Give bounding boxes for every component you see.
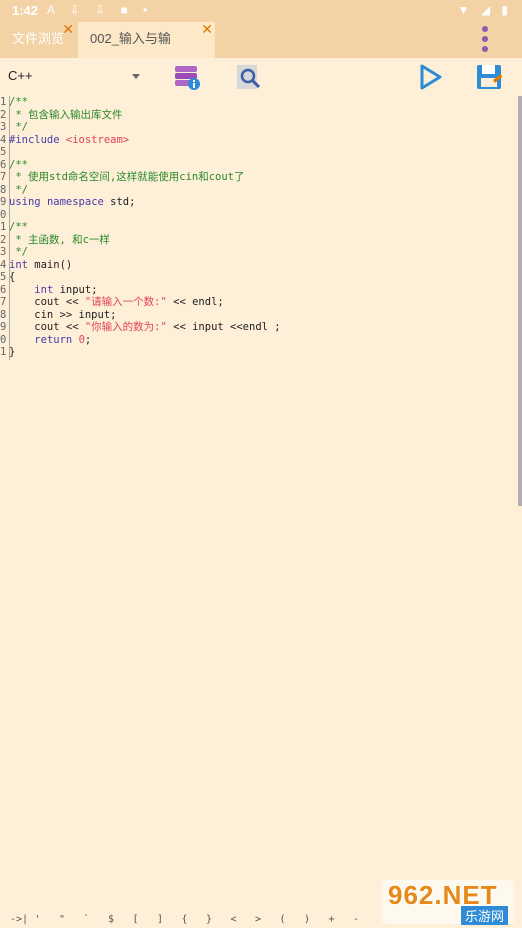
line-number: 1 [0, 346, 7, 358]
line-number: 8 [0, 183, 7, 196]
symbol-key[interactable]: } [206, 914, 212, 925]
code-line[interactable]: 5{ [0, 271, 281, 284]
symbol-key[interactable]: " [59, 914, 65, 925]
notification-icons: A ⇩ ⇩ ■ • [47, 3, 154, 17]
database-info-icon[interactable] [172, 62, 202, 92]
line-number: 2 [0, 233, 7, 246]
code-text: * 使用std命名空间,这样就能使用cin和cout了 [9, 171, 245, 183]
line-number: 6 [0, 283, 7, 296]
code-text: cout << "你输入的数为:" << input <<endl ; [9, 321, 281, 333]
symbol-key[interactable]: ) [304, 914, 310, 925]
code-text: return 0; [34, 333, 92, 346]
symbol-key[interactable]: ( [280, 914, 286, 925]
line-number: 4 [0, 133, 7, 146]
code-text: * 主函数, 和c一样 [9, 233, 110, 246]
system-icons: ▼ ◢ ▮ [457, 3, 512, 17]
symbol-key[interactable]: + [329, 914, 335, 925]
code-text: cin >> input; [9, 308, 117, 321]
symbol-key[interactable]: $ [108, 914, 114, 925]
line-number: 6 [0, 158, 7, 171]
code-text: */ [9, 246, 28, 258]
code-line[interactable]: 8 */ [0, 184, 281, 197]
symbol-key[interactable]: - [353, 914, 359, 925]
code-line[interactable]: 1} [0, 346, 281, 359]
line-number: 0 [0, 333, 7, 346]
tab-label: 文件浏览 [12, 31, 65, 46]
code-line[interactable]: 5 [0, 146, 281, 159]
code-line[interactable]: 1/** [0, 221, 281, 234]
code-text: * 包含输入输出库文件 [9, 108, 123, 121]
status-bar: 1:42 A ⇩ ⇩ ■ • ▼ ◢ ▮ [0, 0, 522, 22]
code-line[interactable]: 4 #include <iostream> [0, 134, 281, 147]
code-text: /** [9, 221, 28, 233]
search-icon[interactable] [234, 62, 264, 92]
code-text: /** [9, 96, 28, 108]
code-text: */ [9, 183, 28, 196]
code-text: int main() [9, 258, 73, 271]
code-editor[interactable]: 1/** 2 * 包含输入输出库文件 3 */4 #include <iostream… [0, 96, 281, 359]
symbol-key[interactable]: ->| [10, 914, 28, 925]
line-number: 9 [0, 321, 7, 333]
line-number: 7 [0, 296, 7, 308]
symbol-key[interactable]: > [255, 914, 261, 925]
code-line[interactable]: 2 * 包含输入输出库文件 [0, 109, 281, 122]
code-text: #include <iostream> [9, 133, 130, 146]
close-icon[interactable]: ✕ [201, 22, 213, 36]
tab-file-browser[interactable]: 文件浏览 ✕ [0, 22, 76, 58]
symbol-key[interactable]: [ [133, 914, 139, 925]
code-text: using namespace std; [9, 196, 136, 208]
symbol-key[interactable]: { [182, 914, 188, 925]
line-number: 2 [0, 108, 7, 121]
code-text: } [9, 346, 16, 358]
code-line[interactable]: 8 cin >> input; [0, 309, 281, 322]
code-text: /** [9, 158, 28, 171]
line-number: 1 [0, 221, 7, 233]
toolbar: C++ [0, 58, 522, 98]
dropdown-arrow-icon[interactable] [132, 74, 140, 79]
code-text: cout << "请输入一个数:" << endl; [9, 296, 224, 308]
line-number: 0 [0, 208, 7, 221]
symbol-key[interactable]: < [231, 914, 237, 925]
editor-scrollbar[interactable] [518, 96, 522, 506]
overflow-menu-icon[interactable] [482, 26, 490, 56]
status-time: 1:42 [12, 3, 39, 18]
symbol-key[interactable]: ] [157, 914, 163, 925]
line-number: 7 [0, 171, 7, 183]
code-line[interactable]: 6/** [0, 159, 281, 172]
code-line[interactable]: 7 cout << "请输入一个数:" << endl; [0, 296, 281, 309]
line-number: 1 [0, 96, 7, 108]
code-line[interactable]: 4 int main() [0, 259, 281, 272]
line-number: 3 [0, 121, 7, 133]
code-line[interactable]: 7 * 使用std命名空间,这样就能使用cin和cout了 [0, 171, 281, 184]
line-number: 5 [0, 271, 7, 283]
code-line[interactable]: 0 return 0; [0, 334, 281, 347]
code-line[interactable]: 2 * 主函数, 和c一样 [0, 234, 281, 247]
language-selector[interactable]: C++ [8, 68, 33, 83]
code-text: */ [9, 121, 28, 133]
code-line[interactable]: 6 int input; [0, 284, 281, 297]
code-line[interactable]: 9 cout << "你输入的数为:" << input <<endl ; [0, 321, 281, 334]
tab-bar: 文件浏览 ✕ 002_输入与输出.cpp ✕ [0, 22, 522, 80]
symbol-key[interactable]: ` [84, 914, 90, 925]
close-icon[interactable]: ✕ [62, 22, 74, 36]
code-line[interactable]: 3 */ [0, 121, 281, 134]
code-line[interactable]: 1/** [0, 96, 281, 109]
symbol-key[interactable]: ' [35, 914, 41, 925]
watermark-subtext: 乐游网 [460, 906, 508, 925]
code-line[interactable]: 9 using namespace std; [0, 196, 281, 209]
code-text: { [9, 271, 16, 283]
line-number: 4 [0, 258, 7, 271]
run-icon[interactable] [416, 62, 446, 92]
code-line[interactable]: 3 */ [0, 246, 281, 259]
line-number: 3 [0, 246, 7, 258]
watermark-logo: 962.NET 乐游网 [382, 880, 514, 925]
tab-source-file[interactable]: 002_输入与输出.cpp ✕ [78, 22, 215, 80]
line-number: 9 [0, 196, 7, 208]
line-number: 5 [0, 146, 7, 158]
save-icon[interactable] [474, 62, 504, 92]
code-line[interactable]: 0 [0, 209, 281, 222]
code-text: int input; [34, 283, 98, 296]
line-number: 8 [0, 308, 7, 321]
